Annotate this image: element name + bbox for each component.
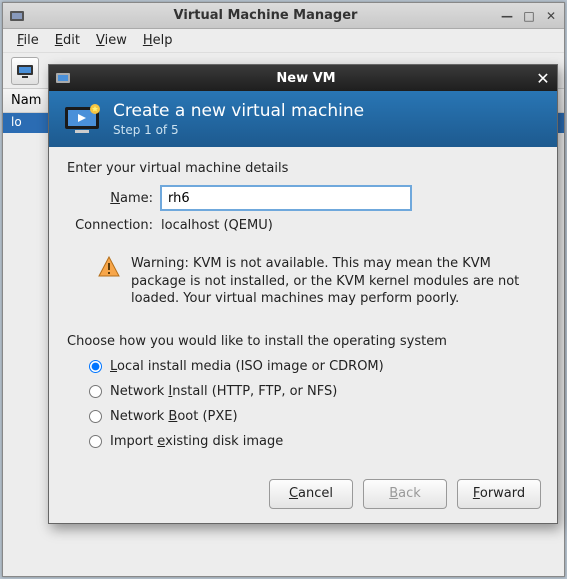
main-titlebar: Virtual Machine Manager — □ ✕ <box>3 3 564 29</box>
radio-network-input[interactable] <box>89 385 102 398</box>
new-vm-button[interactable] <box>11 57 39 85</box>
radio-network-boot[interactable]: Network Boot (PXE) <box>89 409 539 424</box>
app-icon <box>9 8 25 24</box>
dialog-close-icon[interactable]: ✕ <box>535 70 551 86</box>
radio-local-label: Local install media (ISO image or CDROM) <box>110 359 384 374</box>
radio-import-input[interactable] <box>89 435 102 448</box>
install-section-label: Choose how you would like to install the… <box>67 334 539 349</box>
close-icon[interactable]: ✕ <box>544 9 558 23</box>
dialog-title: New VM <box>77 71 535 86</box>
dialog-app-icon <box>55 70 71 86</box>
forward-button[interactable]: Forward <box>457 479 541 509</box>
new-vm-dialog: New VM ✕ Create a new virtual machine St… <box>48 64 558 524</box>
name-label: Name: <box>67 191 161 206</box>
minimize-icon[interactable]: — <box>500 9 514 23</box>
main-title: Virtual Machine Manager <box>31 8 500 23</box>
dialog-titlebar: New VM ✕ <box>49 65 557 91</box>
dialog-button-bar: Cancel Back Forward <box>49 469 557 523</box>
connection-label: Connection: <box>67 218 161 233</box>
maximize-icon[interactable]: □ <box>522 9 536 23</box>
monitor-icon <box>16 63 34 79</box>
radio-boot-label: Network Boot (PXE) <box>110 409 238 424</box>
dialog-header-title: Create a new virtual machine <box>113 101 364 121</box>
radio-network-install[interactable]: Network Install (HTTP, FTP, or NFS) <box>89 384 539 399</box>
radio-local-media[interactable]: Local install media (ISO image or CDROM) <box>89 359 539 374</box>
name-input[interactable] <box>161 186 411 210</box>
cancel-button[interactable]: Cancel <box>269 479 353 509</box>
menu-edit[interactable]: Edit <box>49 31 86 50</box>
radio-boot-input[interactable] <box>89 410 102 423</box>
connection-value: localhost (QEMU) <box>161 218 273 233</box>
menu-file[interactable]: File <box>11 31 45 50</box>
dialog-step-label: Step 1 of 5 <box>113 123 364 137</box>
warning-icon <box>97 255 121 279</box>
details-section-label: Enter your virtual machine details <box>67 161 539 176</box>
warning-text: Warning: KVM is not available. This may … <box>131 255 539 308</box>
radio-network-label: Network Install (HTTP, FTP, or NFS) <box>110 384 337 399</box>
menubar: File Edit View Help <box>3 29 564 53</box>
dialog-header: Create a new virtual machine Step 1 of 5 <box>49 91 557 147</box>
radio-local-input[interactable] <box>89 360 102 373</box>
radio-import-label: Import existing disk image <box>110 434 283 449</box>
menu-help[interactable]: Help <box>137 31 179 50</box>
install-method-group: Local install media (ISO image or CDROM)… <box>67 359 539 449</box>
menu-view[interactable]: View <box>90 31 133 50</box>
back-button: Back <box>363 479 447 509</box>
radio-import-disk[interactable]: Import existing disk image <box>89 434 539 449</box>
warning-box: Warning: KVM is not available. This may … <box>97 255 539 308</box>
vm-create-icon <box>63 103 101 135</box>
